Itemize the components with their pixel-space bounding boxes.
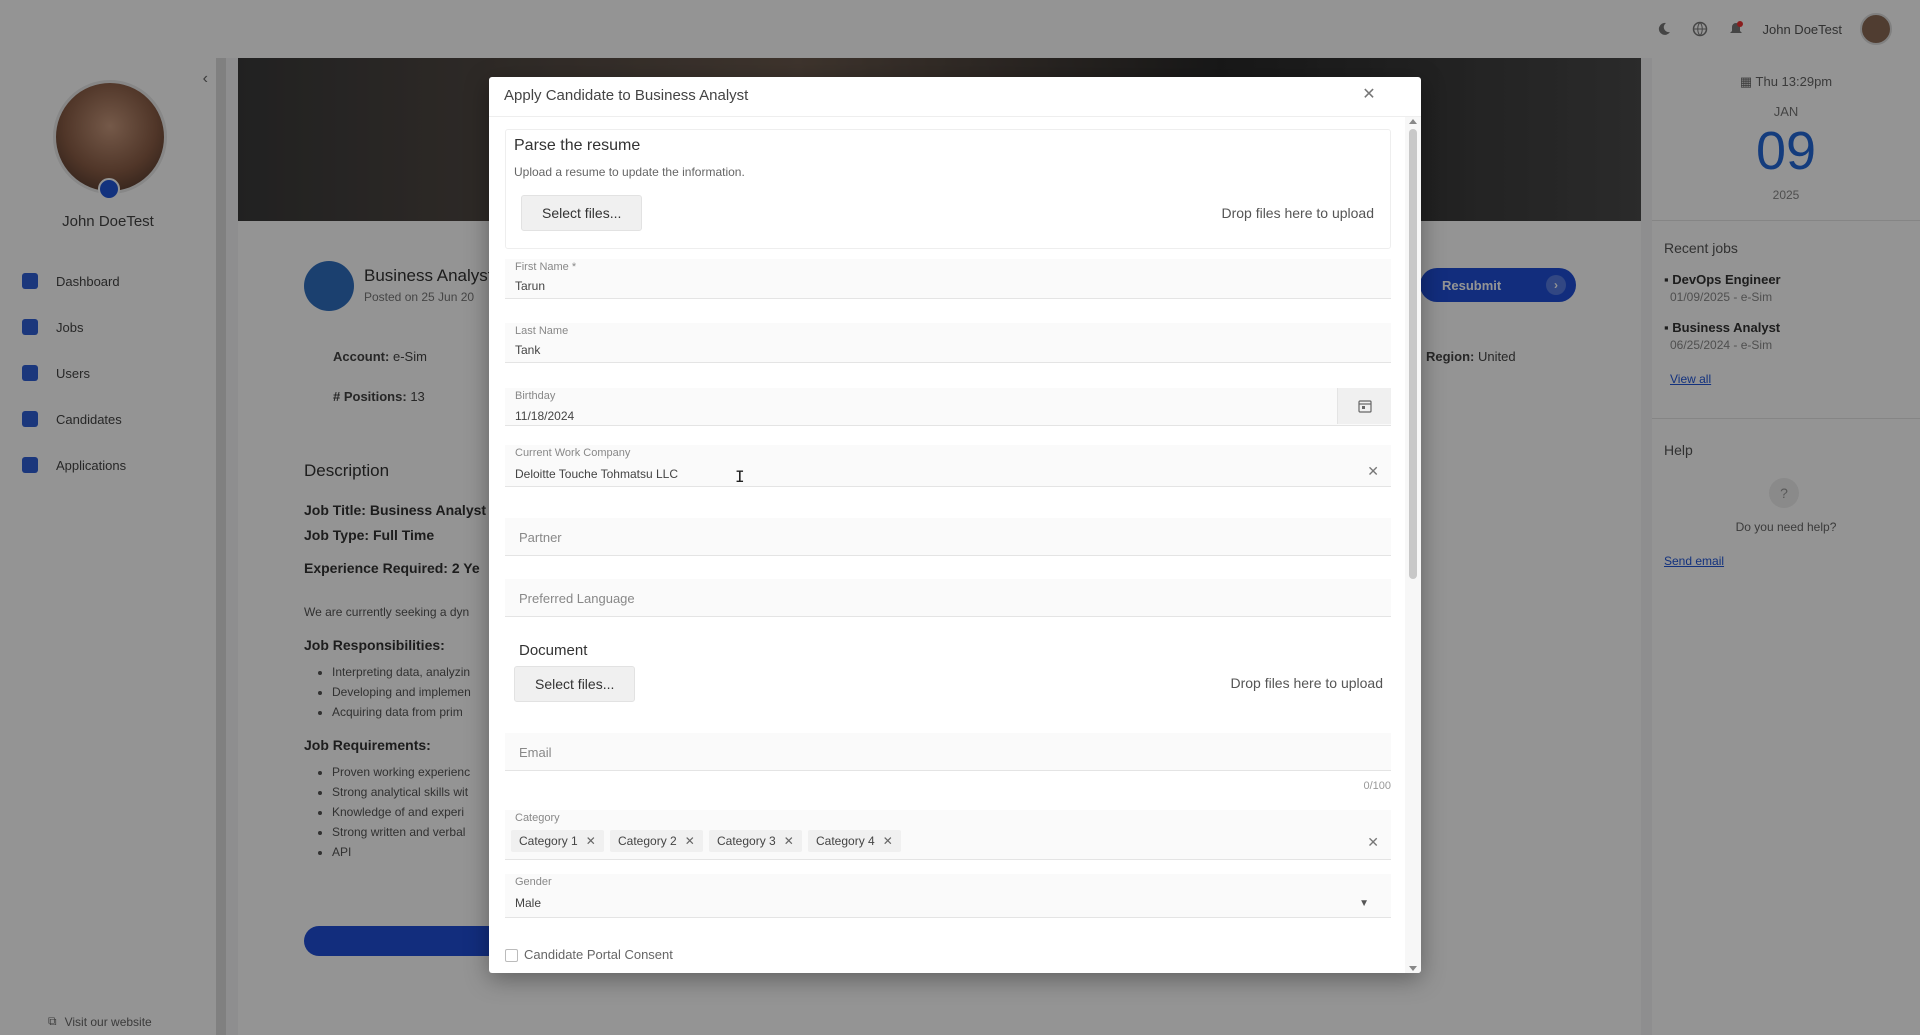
gender-label: Gender xyxy=(515,876,552,888)
category-chip[interactable]: Category 3 ✕ xyxy=(709,830,802,852)
gender-value: Male xyxy=(515,896,542,910)
company-field[interactable]: Current Work Company Deloitte Touche Toh… xyxy=(505,445,1391,487)
document-drop-zone[interactable]: Drop files here to upload xyxy=(1230,675,1383,691)
last-name-label: Last Name xyxy=(515,325,569,337)
birthday-label: Birthday xyxy=(515,390,556,402)
email-placeholder: Email xyxy=(519,745,552,760)
preferred-language-placeholder: Preferred Language xyxy=(519,591,635,606)
resume-drop-zone[interactable]: Drop files here to upload xyxy=(1221,205,1374,221)
partner-field[interactable]: Partner xyxy=(505,518,1391,556)
close-icon[interactable]: ✕ xyxy=(784,834,794,848)
text-cursor-icon: I xyxy=(735,467,745,486)
scroll-down-icon[interactable] xyxy=(1409,966,1417,971)
first-name-label: First Name * xyxy=(515,261,577,273)
category-chip[interactable]: Category 4 ✕ xyxy=(808,830,901,852)
category-field[interactable]: Category Category 1 ✕ Category 2 ✕ Categor… xyxy=(505,810,1391,860)
first-name-value: Tarun xyxy=(515,279,546,293)
calendar-icon[interactable] xyxy=(1337,388,1391,424)
last-name-value: Tank xyxy=(515,343,541,357)
modal-title: Apply Candidate to Business Analyst xyxy=(504,87,749,104)
modal-scrollbar[interactable] xyxy=(1405,117,1421,973)
company-label: Current Work Company xyxy=(515,447,631,459)
first-name-field[interactable]: First Name * Tarun xyxy=(505,259,1391,299)
close-icon[interactable]: ✕ xyxy=(1359,85,1379,105)
gender-select[interactable]: Gender Male ▼ xyxy=(505,874,1391,918)
document-title: Document xyxy=(519,642,588,659)
category-chip[interactable]: Category 2 ✕ xyxy=(610,830,703,852)
apply-candidate-modal: Apply Candidate to Business Analyst ✕ Pa… xyxy=(489,77,1421,973)
email-field[interactable]: Email xyxy=(505,733,1391,771)
partner-placeholder: Partner xyxy=(519,530,562,545)
last-name-field[interactable]: Last Name Tank xyxy=(505,323,1391,363)
consent-label[interactable]: Candidate Portal Consent xyxy=(524,947,673,962)
category-chip[interactable]: Category 1 ✕ xyxy=(511,830,604,852)
birthday-field[interactable]: Birthday 11/18/2024 xyxy=(505,388,1391,426)
preferred-language-field[interactable]: Preferred Language xyxy=(505,579,1391,617)
company-value: Deloitte Touche Tohmatsu LLC xyxy=(515,467,678,481)
parse-resume-title: Parse the resume xyxy=(514,137,641,154)
scrollbar-thumb[interactable] xyxy=(1409,129,1417,579)
consent-checkbox[interactable] xyxy=(505,949,518,962)
resume-select-files-button[interactable]: Select files... xyxy=(521,195,643,231)
birthday-value: 11/18/2024 xyxy=(515,409,575,423)
chevron-down-icon[interactable]: ▼ xyxy=(1359,898,1369,909)
parse-resume-section: Parse the resume Upload a resume to upda… xyxy=(505,129,1391,249)
close-icon[interactable]: ✕ xyxy=(586,834,596,848)
close-icon[interactable]: ✕ xyxy=(685,834,695,848)
modal-header: Apply Candidate to Business Analyst ✕ xyxy=(489,77,1421,117)
clear-icon[interactable]: ✕ xyxy=(1367,834,1379,851)
parse-resume-subtitle: Upload a resume to update the informatio… xyxy=(514,165,745,179)
close-icon[interactable]: ✕ xyxy=(883,834,893,848)
email-counter: 0/100 xyxy=(1363,780,1391,792)
clear-icon[interactable]: ✕ xyxy=(1367,463,1379,480)
document-select-files-button[interactable]: Select files... xyxy=(514,666,636,702)
scroll-up-icon[interactable] xyxy=(1409,119,1417,124)
category-label: Category xyxy=(515,812,560,824)
